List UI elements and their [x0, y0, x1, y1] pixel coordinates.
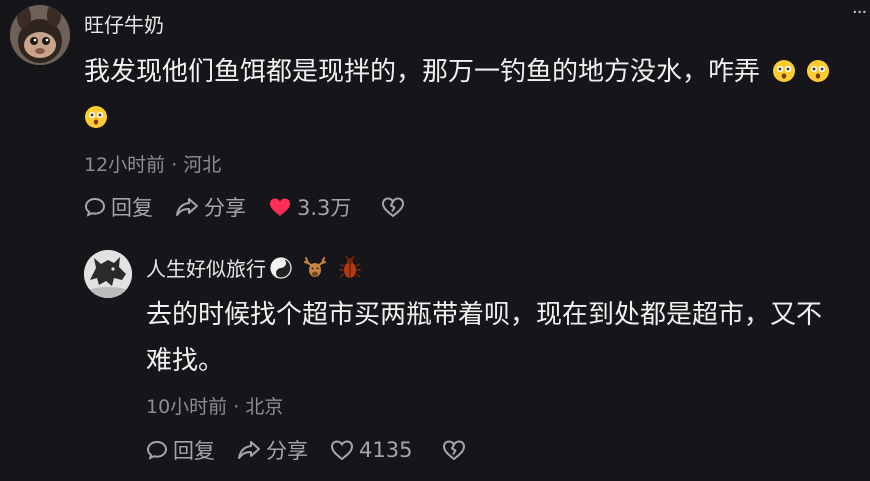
reply-label: 回复: [111, 196, 153, 220]
reply-label: 回复: [173, 439, 215, 463]
reply-username-row: 人生好似旅行: [146, 253, 362, 282]
broken-heart-icon: [443, 440, 466, 461]
yin-yang-icon: [270, 256, 292, 279]
comment-actions: 回复 分享 3.3万: [84, 192, 432, 222]
share-arrow-icon: [238, 441, 260, 459]
reply-avatar[interactable]: [84, 250, 132, 298]
flushed-face-icon: [772, 52, 796, 82]
heart-outline-icon: [330, 440, 354, 461]
share-button[interactable]: 分享: [175, 192, 246, 222]
speech-bubble-icon: [146, 440, 168, 460]
flushed-face-icon: [84, 98, 108, 128]
more-options-icon[interactable]: ···: [852, 4, 870, 22]
monkey-avatar-icon: [10, 5, 70, 65]
share-label: 分享: [266, 439, 308, 463]
wolf-avatar-icon: [84, 250, 132, 298]
heart-filled-icon: [270, 198, 290, 216]
reply-button[interactable]: 回复: [84, 192, 153, 222]
like-count: 4135: [359, 438, 413, 462]
broken-heart-icon: [382, 197, 405, 218]
dislike-button[interactable]: [381, 196, 410, 218]
reply-username[interactable]: 人生好似旅行: [146, 253, 266, 282]
like-button[interactable]: 4135: [330, 438, 412, 462]
reply-actions: 回复 分享 4135: [146, 435, 493, 465]
comment-text: 我发现他们鱼饵都是现拌的，那万一钓鱼的地方没水，咋弄: [84, 49, 844, 141]
reply-meta: 10小时前 · 北京: [146, 396, 284, 418]
like-count: 3.3万: [297, 196, 352, 220]
comment-body: 我发现他们鱼饵都是现拌的，那万一钓鱼的地方没水，咋弄: [84, 57, 761, 87]
user-badges: [270, 255, 362, 280]
beetle-icon: [339, 255, 361, 278]
comment-username[interactable]: 旺仔牛奶: [84, 9, 164, 38]
like-button[interactable]: 3.3万: [268, 192, 351, 222]
deer-icon: [304, 256, 326, 277]
share-label: 分享: [204, 196, 246, 220]
share-arrow-icon: [176, 198, 198, 216]
reply-text: 去的时候找个超市买两瓶带着呗，现在到处都是超市，又不难找。: [146, 300, 823, 376]
avatar[interactable]: [10, 5, 70, 65]
flushed-face-icon: [806, 52, 830, 82]
dislike-button[interactable]: [442, 439, 471, 461]
share-button[interactable]: 分享: [237, 435, 308, 465]
reply-button[interactable]: 回复: [146, 435, 215, 465]
comment-meta: 12小时前 · 河北: [84, 154, 222, 176]
speech-bubble-icon: [84, 197, 106, 217]
